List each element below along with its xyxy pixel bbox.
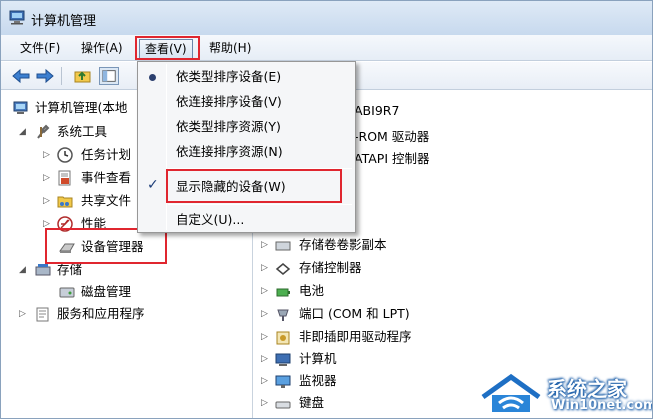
services-icon [36,307,49,322]
computer-management-icon [9,10,25,25]
device-category-label: 端口 (COM 和 LPT) [299,306,410,321]
ide-controller-partial[interactable]: ATAPI 控制器 [354,148,430,167]
device-category-label: 存储控制器 [299,260,362,275]
tree-item-label: 存储 [57,262,83,277]
computer-management-window: 计算机管理 文件(F) 操作(A) 查看(V) 帮助(H) 计算机管理(本地 ◢… [0,0,653,419]
toolbar-divider [61,67,62,85]
tree-item-label: 服务和应用程序 [57,306,145,321]
checkmark-icon: ✓ [147,177,159,193]
driver-icon [276,331,290,345]
menu-bar: 文件(F) 操作(A) 查看(V) 帮助(H) [1,35,652,61]
tree-item-label: 设备管理器 [81,239,144,254]
tree-item-label: 事件查看 [81,170,132,185]
dvd-drive-partial[interactable]: -ROM 驱动器 [354,126,429,145]
tree-item-label: 任务计划 [81,147,132,162]
device-category-label: 键盘 [299,395,325,410]
tree-item-label: 计算机管理(本地 [35,100,128,115]
tree-item-label: 系统工具 [57,124,108,139]
port-icon [277,309,289,321]
expand-arrow-icon[interactable]: ▷ [261,398,271,408]
expand-arrow-icon[interactable]: ▷ [261,309,271,319]
device-category-label: 非即插即用驱动程序 [299,329,412,344]
menu-item-by-type-resources[interactable]: 依类型排序资源(Y) [176,116,281,138]
performance-icon [57,216,73,232]
menu-help[interactable]: 帮助(H) [204,39,256,59]
menu-separator [168,168,352,169]
expand-arrow-icon[interactable]: ▷ [43,196,53,206]
menu-item-by-type-devices[interactable]: 依类型排序设备(E) [176,66,281,88]
expand-arrow-icon[interactable]: ▷ [261,240,271,250]
menu-file[interactable]: 文件(F) [15,39,65,59]
event-log-icon [58,170,71,186]
expand-arrow-icon[interactable]: ▷ [43,219,53,229]
storage-controller-icon [275,263,291,275]
expand-arrow-icon[interactable]: ▷ [19,309,29,319]
menu-action[interactable]: 操作(A) [76,39,128,59]
up-folder-icon[interactable] [73,67,93,85]
radio-bullet-icon [149,74,156,81]
battery-icon [276,288,290,297]
device-category-label: 监视器 [299,373,337,388]
house-logo-icon [481,373,541,414]
expand-arrow-icon[interactable]: ▷ [261,263,271,273]
expand-arrow-icon[interactable]: ▷ [261,354,271,364]
menu-item-show-hidden-devices[interactable]: 显示隐藏的设备(W) [176,176,286,198]
menu-separator [168,204,352,205]
watermark-url: Win10net.com [551,398,653,413]
device-category-label: 存储卷卷影副本 [299,237,387,252]
expand-arrow-icon[interactable]: ▷ [261,376,271,386]
back-arrow-icon[interactable] [11,67,31,85]
tools-icon [37,124,50,139]
storage-icon [35,264,51,276]
tree-item-label: 性能 [81,216,107,231]
shared-folder-icon [57,196,73,208]
menu-item-by-connection-devices[interactable]: 依连接排序设备(V) [176,91,282,113]
view-dropdown-menu: 依类型排序设备(E) 依连接排序设备(V) 依类型排序资源(Y) 依连接排序资源… [137,61,356,233]
monitor-icon [275,375,291,388]
show-hide-tree-icon[interactable] [99,67,119,85]
device-category-label: 计算机 [299,351,337,366]
computer-icon [275,353,291,366]
menu-item-by-connection-resources[interactable]: 依连接排序资源(N) [176,141,283,163]
menu-view[interactable]: 查看(V) [139,39,193,59]
expand-arrow-icon[interactable]: ▷ [261,332,271,342]
computer-name-partial: ABI9R7 [354,103,400,118]
watermark: 系统之家 Win10net.com [479,369,653,418]
expand-arrow-icon[interactable]: ▷ [43,173,53,183]
device-manager-icon [59,243,75,253]
computer-management-icon [13,101,28,114]
clock-icon [57,147,73,163]
title-bar: 计算机管理 [1,1,652,35]
device-category-label: 电池 [299,283,325,298]
expand-arrow-icon[interactable]: ▷ [261,286,271,296]
disk-icon [59,287,75,298]
expand-arrow-icon[interactable]: ▷ [43,150,53,160]
forward-arrow-icon[interactable] [35,67,55,85]
tree-item-label: 磁盘管理 [81,284,132,299]
collapse-arrow-icon[interactable]: ◢ [19,127,29,137]
keyboard-icon [275,401,291,409]
tree-item-label: 共享文件 [81,193,132,208]
volume-icon [275,241,291,251]
window-title: 计算机管理 [31,14,97,29]
menu-gutter [166,64,167,230]
menu-item-customize[interactable]: 自定义(U)... [176,209,244,231]
collapse-arrow-icon[interactable]: ◢ [19,265,29,275]
